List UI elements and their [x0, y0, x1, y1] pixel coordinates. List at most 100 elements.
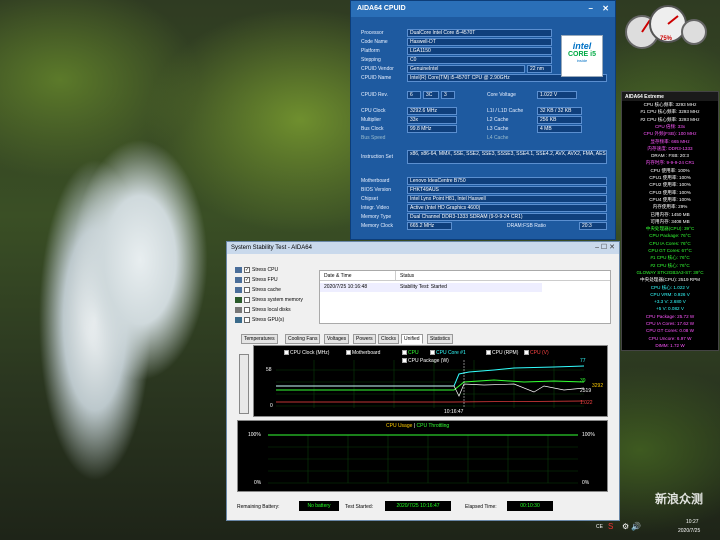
legend-motherboard[interactable]: Motherboard — [346, 350, 380, 356]
tab-voltages[interactable]: Voltages — [324, 334, 350, 344]
usage-ytop: 100% — [248, 432, 261, 438]
ime-indicator[interactable]: CE — [596, 524, 603, 530]
sensor-line: 内存时序: 9-9-9-24 CR1 — [645, 160, 695, 166]
graph-scroll-buttons[interactable] — [239, 354, 249, 414]
stepping-value: C0 — [407, 56, 552, 64]
graph1-r3: 3292 — [592, 383, 604, 389]
close-icon[interactable]: ✕ — [602, 4, 609, 13]
clock-date[interactable]: 2020/7/25 — [678, 528, 700, 534]
chipset-label: Chipset — [361, 196, 378, 202]
disk-icon — [235, 306, 242, 313]
motherboard-label: Motherboard — [361, 178, 390, 184]
chipset-value: Intel Lynx Point H81, Intel Haswell — [407, 195, 607, 203]
stress-disks-checkbox[interactable]: Stress local disks — [235, 306, 291, 315]
watermark-logo: 新浪众测 — [655, 492, 704, 506]
status-table: Date & Time Status 2020/7/25 10:16:48 St… — [319, 270, 611, 324]
stress-gpu-checkbox[interactable]: Stress GPU(s) — [235, 316, 284, 325]
tab-cooling-fans[interactable]: Cooling Fans — [285, 334, 321, 344]
sensor-line: GLOWAY STK2GB3A3-S7: 39°C — [636, 269, 704, 275]
taskbar-tray: CE S ⚙ 🔊 10:27 2020/7/25 — [596, 516, 720, 540]
test-started-label: Test Started: — [345, 504, 374, 510]
legend-cpu-rpm[interactable]: CPU (RPM) — [486, 350, 518, 356]
sensor-line: 中央处理器(CPU): 2519 RPM — [640, 277, 700, 283]
gauge-widget: 75% — [620, 2, 710, 52]
l1-label: L1I / L1D Cache — [487, 108, 524, 114]
stress-fpu-checkbox[interactable]: ✓ Stress FPU — [235, 276, 278, 285]
col-datetime-header[interactable]: Date & Time — [320, 271, 396, 281]
window-controls-icon[interactable]: – ☐ ✕ — [595, 243, 615, 251]
sensor-line: 中央处理器(CPU): 39°C — [645, 226, 695, 232]
stepping-label: Stepping — [361, 57, 381, 63]
l3-value: 4 MB — [537, 125, 582, 133]
sensor-line: 已用内存: 1450 MB — [650, 211, 690, 217]
l4-label: L4 Cache — [487, 135, 509, 141]
tab-clocks[interactable]: Clocks — [378, 334, 400, 344]
sensor-line: CPU IA Cores: 17.62 W — [645, 321, 695, 326]
memtype-value: Dual Channel DDR3-1333 SDRAM (9-9-9-24 C… — [407, 213, 607, 221]
cpuid-name-label: CPUID Name — [361, 75, 392, 81]
usage-rtop: 100% — [582, 432, 595, 438]
legend-cpu-package[interactable]: CPU Package (W) — [402, 358, 449, 364]
stress-memory-checkbox[interactable]: Stress system memory — [235, 296, 303, 305]
sensor-line: CPU IA Cores: 76°C — [649, 240, 691, 246]
stability-titlebar[interactable]: System Stability Test - AIDA64 – ☐ ✕ — [227, 242, 619, 254]
core-voltage-value: 1.022 V — [537, 91, 577, 99]
minimize-icon[interactable]: – — [589, 4, 593, 13]
cpuid-titlebar[interactable]: AIDA64 CPUID – ✕ — [351, 1, 615, 17]
remaining-battery-label: Remaining Battery: — [237, 504, 280, 510]
memclock-value: 665.2 MHz — [407, 222, 452, 230]
intel-core-i5-logo: intel CORE i5 inside — [561, 35, 603, 77]
usage-rbot: 0% — [582, 480, 590, 486]
graph1-ymin: 0 — [270, 403, 273, 409]
core-voltage-label: Core Voltage — [487, 92, 516, 98]
graph1-r2: 39 — [580, 378, 586, 384]
sensor-line: 可用内存: 3408 MB — [650, 218, 690, 224]
tab-statistics[interactable]: Statistics — [427, 334, 454, 344]
motherboard-value: Lenovo IdeaCentre B750 — [407, 177, 607, 185]
test-started-value: 2020/7/25 10:16:47 — [385, 501, 451, 511]
tab-unified[interactable]: Unified — [401, 334, 423, 344]
iset-value: x86, x86-64, MMX, SSE, SSE2, SSE3, SSSE3… — [407, 150, 607, 164]
sensor-line: CPU 倍频: 33x — [654, 123, 686, 129]
sensor-line: #1 CPU 核心: 76°C — [650, 255, 690, 261]
sensor-line: 显存频率: 665 MHz — [650, 138, 690, 144]
sogou-icon[interactable]: S — [608, 522, 613, 531]
sensor-line: #2 CPU 核心: 76°C — [650, 262, 690, 268]
cpu-clock-label: CPU Clock — [361, 108, 386, 114]
legend-cpu[interactable]: CPU — [402, 350, 419, 356]
remaining-battery-value: No battery — [299, 501, 339, 511]
memory-icon — [235, 296, 242, 303]
cpu-clock-value: 3292.6 MHz — [407, 107, 457, 115]
tray-icons[interactable]: ⚙ 🔊 — [622, 522, 641, 531]
unified-graph: CPU Clock (MHz) Motherboard CPU CPU Core… — [253, 345, 608, 417]
cpuid-title: AIDA64 CPUID — [357, 5, 406, 12]
legend-cpu-v[interactable]: CPU (V) — [524, 350, 549, 356]
sensor-line: CPU Uncore: 6.97 W — [648, 335, 692, 341]
extreme-titlebar[interactable]: AIDA64 Extreme — [622, 92, 718, 101]
l1-value: 32 KB / 32 KB — [537, 107, 582, 115]
aida64-extreme-osd: AIDA64 Extreme CPU 核心频率: 3293 MHz #1 CPU … — [621, 91, 719, 351]
stress-cache-checkbox[interactable]: Stress cache — [235, 286, 281, 295]
graph1-r4: 2519 — [580, 388, 592, 394]
legend-cpu-core1[interactable]: CPU Core #1 — [430, 350, 466, 356]
graph1-ymax: 58 — [266, 367, 272, 373]
col-status-header[interactable]: Status — [396, 271, 610, 281]
rev-family: 6 — [407, 91, 421, 99]
row-time: 2020/7/25 10:16:48 — [320, 283, 396, 292]
processor-value: DualCore Intel Core i5-4570T — [407, 29, 552, 37]
memtype-label: Memory Type — [361, 214, 392, 220]
tab-powers[interactable]: Powers — [353, 334, 376, 344]
legend-cpu-clock[interactable]: CPU Clock (MHz) — [284, 350, 329, 356]
rev-model: 3C — [423, 91, 439, 99]
vendor-label: CPUID Vendor — [361, 66, 394, 72]
code-name-value: Haswell-DT — [407, 38, 552, 46]
sensor-line: CPU Package: 76°C — [649, 233, 691, 239]
sensor-line: CPU3 使用率: 100% — [649, 189, 691, 195]
stress-cpu-checkbox[interactable]: ✓ Stress CPU — [235, 266, 278, 275]
sensor-line: CPU 核心: 1.022 V — [650, 284, 690, 290]
clock-time[interactable]: 10:27 — [686, 519, 699, 525]
ratio-label: DRAM:FSB Ratio — [507, 223, 546, 229]
cpuid-window: AIDA64 CPUID – ✕ Processor DualCore Inte… — [350, 0, 616, 240]
tab-temperatures[interactable]: Temperatures — [241, 334, 278, 344]
sensor-line: 内存使用率: 29% — [652, 204, 688, 210]
